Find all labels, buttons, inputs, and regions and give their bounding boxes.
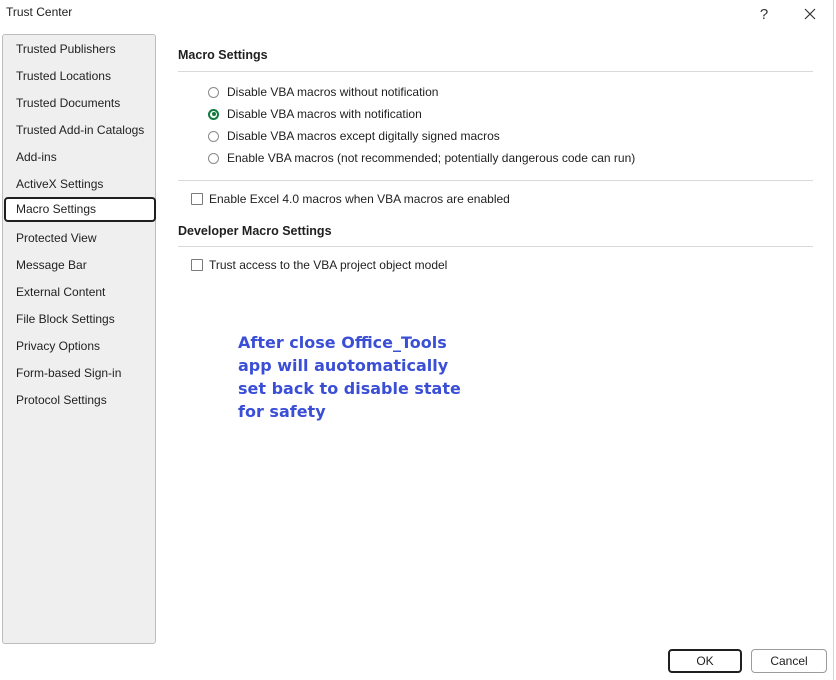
section-divider [178,71,813,72]
radio-button[interactable] [208,152,219,164]
checkbox-excel4-macros[interactable]: Enable Excel 4.0 macros when VBA macros … [191,190,510,208]
option-label: Disable VBA macros without notification [227,85,439,99]
section-divider [178,180,813,181]
radio-button-selected[interactable] [208,108,219,120]
help-button[interactable]: ? [747,2,781,26]
checkbox-label: Enable Excel 4.0 macros when VBA macros … [209,192,510,206]
sidebar-item-activex-settings[interactable]: ActiveX Settings [4,172,156,197]
developer-settings-heading: Developer Macro Settings [178,224,332,238]
sidebar-item-form-based-signin[interactable]: Form-based Sign-in [4,361,156,386]
sidebar-item-trusted-locations[interactable]: Trusted Locations [4,64,156,89]
sidebar-item-file-block-settings[interactable]: File Block Settings [4,307,156,332]
radio-disable-except-signed[interactable]: Disable VBA macros except digitally sign… [208,127,500,145]
sidebar-nav: Trusted Publishers Trusted Locations Tru… [2,34,156,644]
cancel-button[interactable]: Cancel [751,649,827,673]
sidebar-item-message-bar[interactable]: Message Bar [4,253,156,278]
radio-disable-no-notification[interactable]: Disable VBA macros without notification [208,83,438,101]
sidebar-item-trusted-publishers[interactable]: Trusted Publishers [4,37,156,62]
close-button[interactable] [793,2,827,26]
checkbox[interactable] [191,259,203,271]
macro-settings-heading: Macro Settings [178,48,268,62]
ok-button[interactable]: OK [668,649,742,673]
sidebar-item-privacy-options[interactable]: Privacy Options [4,334,156,359]
checkbox-label: Trust access to the VBA project object m… [209,258,448,272]
section-divider [178,246,813,247]
close-icon [804,8,816,20]
sidebar-item-trusted-documents[interactable]: Trusted Documents [4,91,156,116]
option-label: Disable VBA macros with notification [227,107,422,121]
sidebar-item-addins[interactable]: Add-ins [4,145,156,170]
sidebar-item-protected-view[interactable]: Protected View [4,226,156,251]
annotation-note: After close Office_Tools app will auotom… [238,333,461,421]
radio-disable-with-notification[interactable]: Disable VBA macros with notification [208,105,422,123]
title-bar: Trust Center ? [0,0,836,30]
sidebar-item-macro-settings[interactable]: Macro Settings [4,197,156,222]
option-label: Enable VBA macros (not recommended; pote… [227,151,636,165]
radio-enable-all-macros[interactable]: Enable VBA macros (not recommended; pote… [208,149,635,167]
radio-button[interactable] [208,130,219,142]
sidebar-item-protocol-settings[interactable]: Protocol Settings [4,388,156,413]
radio-button[interactable] [208,86,219,98]
sidebar-item-trusted-addin-catalogs[interactable]: Trusted Add-in Catalogs [4,118,156,143]
window-title: Trust Center [6,5,73,19]
checkbox[interactable] [191,193,203,205]
window-edge [833,0,834,680]
option-label: Disable VBA macros except digitally sign… [227,129,500,143]
checkbox-trust-vba-access[interactable]: Trust access to the VBA project object m… [191,256,447,274]
sidebar-item-external-content[interactable]: External Content [4,280,156,305]
